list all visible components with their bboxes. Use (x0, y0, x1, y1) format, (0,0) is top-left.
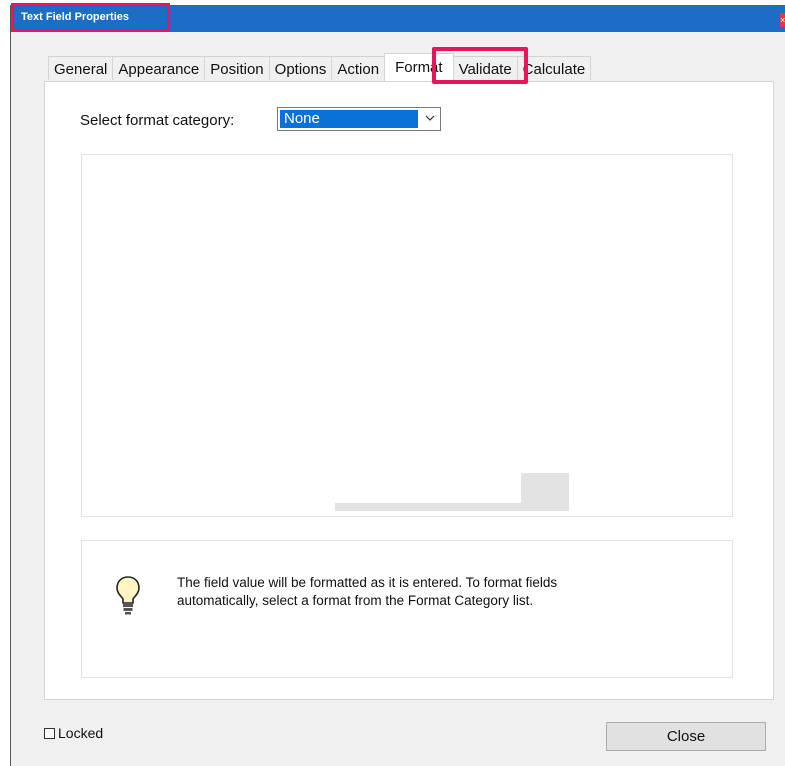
tab-position[interactable]: Position (204, 56, 270, 80)
placeholder-block (521, 473, 569, 511)
format-tab-highlight-box (432, 47, 528, 84)
locked-checkbox[interactable] (44, 727, 55, 739)
tab-action[interactable]: Action (331, 56, 386, 80)
placeholder-bar (335, 503, 521, 511)
locked-option[interactable]: Locked (44, 725, 103, 741)
locked-label: Locked (58, 725, 104, 741)
window-close-button[interactable]: × (780, 13, 785, 27)
format-category-label: Select format category: (80, 112, 235, 129)
close-button[interactable]: Close (606, 722, 766, 751)
info-box: The field value will be formatted as it … (81, 540, 733, 678)
title-highlight-box (11, 3, 170, 32)
tab-general[interactable]: General (48, 56, 114, 80)
lightbulb-icon (116, 576, 140, 615)
tab-appearance[interactable]: Appearance (112, 56, 206, 80)
tab-options[interactable]: Options (268, 56, 333, 80)
text-field-properties-dialog: Text Field Properties × General Appearan… (10, 3, 785, 766)
format-category-value: None (280, 110, 418, 128)
format-options-area (81, 154, 733, 517)
chevron-down-icon (425, 115, 435, 121)
info-message: The field value will be formatted as it … (177, 575, 558, 608)
format-panel: Select format category: None The field v… (44, 81, 774, 700)
format-category-select[interactable]: None (277, 107, 441, 131)
title-bar[interactable]: Text Field Properties × (11, 3, 785, 32)
